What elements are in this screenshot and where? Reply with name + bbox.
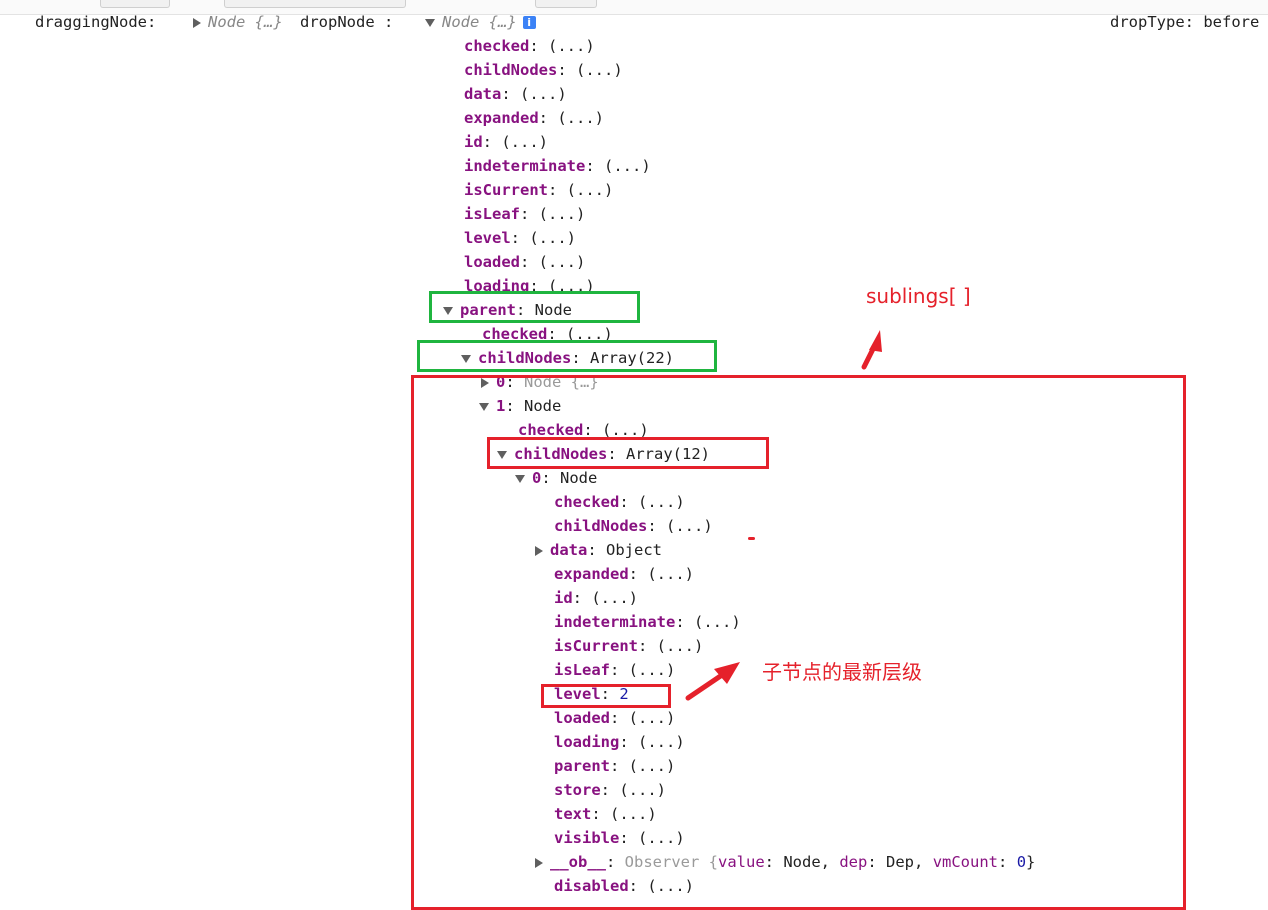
arrow-up-icon: [861, 330, 882, 370]
child-level-annotation: 子节点的最新层级: [762, 660, 922, 684]
annotation-arrows: [685, 330, 882, 701]
arrow-to-level-icon: [685, 662, 740, 701]
siblings-annotation: sublings[ ]: [866, 284, 971, 308]
